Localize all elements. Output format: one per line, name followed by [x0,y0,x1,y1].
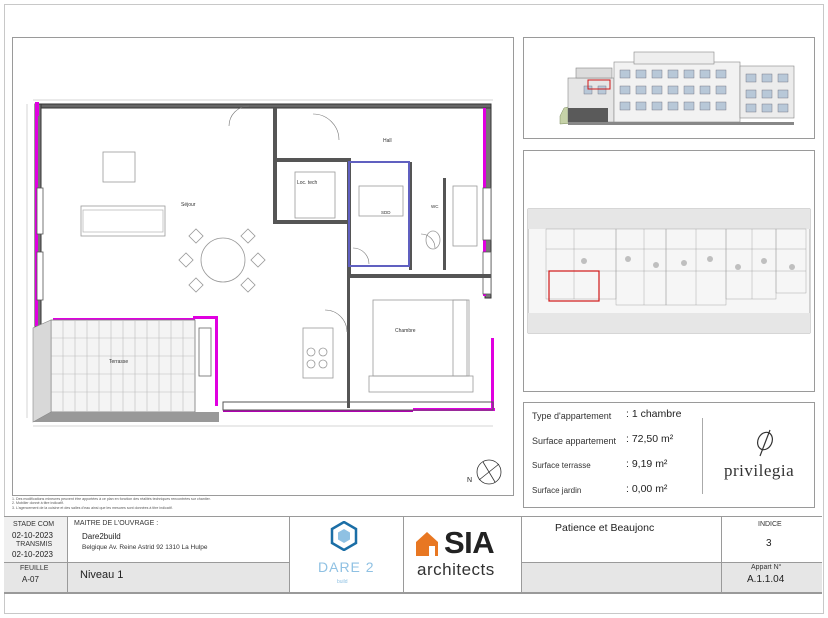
elevation-drawing [559,51,795,125]
apartment-type-value: : 1 chambre [626,408,682,420]
room-label-hall: Hall [383,138,392,144]
surface-terrasse-value: : 9,19 m² [626,458,668,470]
sia-logo-text: SIA [444,525,495,560]
room-label-loc-tech: Loc. tech [297,180,318,186]
appart-value: A.1.1.04 [747,574,785,585]
privilegia-divider [702,418,703,494]
maitre-name: Dare2build [82,532,121,541]
sia-logo-icon [416,532,438,556]
note-line: 3. L'agencement de la cuisine et des sal… [12,505,173,510]
maitre-label: MAITRE DE L'OUVRAGE : [74,520,159,527]
room-label-chambre: Chambre [395,328,416,334]
stade-label: STADE COM [13,521,55,528]
title-block [4,516,822,594]
site-plan-panel [523,150,815,392]
room-label-terrasse: Terrasse [109,359,129,365]
privilegia-logo-icon [757,429,773,457]
surface-appartement-label: Surface appartement [532,436,617,446]
indice-label: INDICE [758,521,782,528]
surface-terrasse-label: Surface terrasse [532,461,591,470]
niveau-label: Niveau 1 [80,569,124,581]
north-arrow [476,459,502,485]
privilegia-logo: privilegia [724,461,795,480]
feuille-value: A-07 [22,575,39,584]
project-name: Patience et Beaujonc [555,522,655,534]
surface-jardin-value: : 0,00 m² [626,483,668,495]
site-plan-drawing [527,208,811,334]
room-label-sejour: Séjour [181,202,196,208]
room-label-sdd: SDD [381,210,391,215]
elevation-panel [523,37,815,139]
room-label-wc: WC [431,204,439,209]
surface-jardin-label: Surface jardin [532,486,582,495]
north-label: N [467,477,473,484]
transmis-date: 02-10-2023 [12,550,53,559]
feuille-label: FEUILLE [20,565,49,572]
sia-logo-sub: architects [417,560,495,579]
dare2build-logo-text: DARE 2 [318,559,375,575]
maitre-address: Belgique Av. Reine Astrid 92 1310 La Hul… [82,544,208,551]
drawing-notes: 1. Des modifications mineures peuvent êt… [12,497,211,510]
transmis-label: TRANSMIS [16,541,53,548]
appart-label: Appart N° [751,564,782,571]
floor-plan [26,99,502,485]
apartment-type-label: Type d'appartement [532,411,612,421]
dare2build-logo-sub: build [337,579,348,585]
indice-value: 3 [766,538,772,549]
surface-appartement-value: : 72,50 m² [626,433,674,445]
stade-date: 02-10-2023 [12,531,53,540]
floor-plan-panel: Séjour Hall Loc. tech SDD WC Chambre Ter… [12,37,514,496]
dare2build-logo-icon [330,521,358,551]
